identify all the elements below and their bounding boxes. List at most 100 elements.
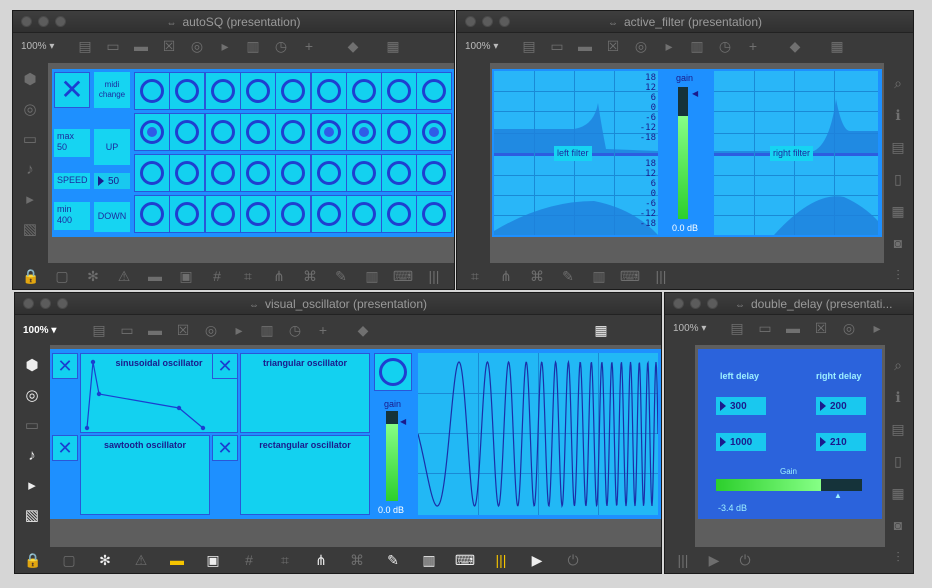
zoom-select[interactable]: 100% ▾ bbox=[21, 41, 65, 52]
rect-osc-panel[interactable]: rectangular oscillator bbox=[240, 435, 370, 515]
code-icon[interactable]: ▯ bbox=[890, 453, 906, 469]
dial-icon[interactable]: ◷ bbox=[717, 38, 733, 54]
saw-osc-toggle[interactable]: ✕ bbox=[52, 435, 78, 461]
step-cell[interactable] bbox=[275, 195, 312, 233]
step-cell[interactable] bbox=[345, 195, 382, 233]
play-list-icon[interactable]: ▸ bbox=[24, 477, 40, 494]
windows-icon[interactable]: ▣ bbox=[178, 268, 194, 284]
number-icon[interactable]: ▸ bbox=[869, 320, 885, 336]
warning-icon[interactable]: ⚠ bbox=[116, 268, 132, 284]
freeze-icon[interactable]: ✻ bbox=[97, 552, 113, 568]
up-button[interactable]: UP bbox=[94, 129, 130, 165]
zoom-window-button[interactable] bbox=[57, 298, 68, 309]
step-cell[interactable] bbox=[204, 113, 241, 151]
zoom-window-button[interactable] bbox=[499, 16, 510, 27]
play-circle-icon[interactable]: ▶ bbox=[529, 552, 545, 568]
step-cell[interactable] bbox=[381, 195, 418, 233]
debug-icon[interactable]: ⌘ bbox=[529, 268, 545, 284]
step-cell[interactable] bbox=[381, 154, 418, 192]
step-cell[interactable] bbox=[134, 195, 170, 233]
zoom-select[interactable]: 100% ▾ bbox=[673, 323, 717, 334]
list-view-icon[interactable]: ▤ bbox=[890, 421, 906, 437]
add-icon[interactable]: + bbox=[745, 38, 761, 54]
double-delay-titlebar[interactable]: ⇔ double_delay (presentati... bbox=[665, 293, 913, 315]
right-filter-graph[interactable]: right filter bbox=[714, 71, 878, 235]
speed-number[interactable]: 50 bbox=[94, 173, 130, 189]
music-note-icon[interactable]: ♪ bbox=[24, 447, 40, 464]
hierarchy-icon[interactable]: ⋔ bbox=[313, 552, 329, 568]
hierarchy-icon[interactable]: ⋔ bbox=[498, 268, 514, 284]
target-icon[interactable]: ◎ bbox=[22, 101, 38, 118]
step-cell[interactable] bbox=[134, 72, 170, 110]
hash-icon[interactable]: # bbox=[209, 268, 225, 284]
step-cell[interactable] bbox=[416, 113, 453, 151]
step-cell[interactable] bbox=[239, 154, 276, 192]
step-cell[interactable] bbox=[345, 72, 382, 110]
step-cell[interactable] bbox=[381, 72, 418, 110]
close-window-button[interactable] bbox=[21, 16, 32, 27]
max-field[interactable]: max 50 bbox=[54, 129, 90, 157]
hierarchy-icon[interactable]: ⋔ bbox=[271, 268, 287, 284]
device-icon[interactable]: ▭ bbox=[24, 417, 40, 434]
info-icon[interactable]: ℹ bbox=[890, 107, 906, 123]
code-icon[interactable]: ▯ bbox=[890, 171, 906, 187]
lock-icon[interactable]: 🔒 bbox=[24, 552, 41, 568]
step-cell[interactable] bbox=[310, 154, 347, 192]
step-cell[interactable] bbox=[310, 72, 347, 110]
piano-icon[interactable]: ▥ bbox=[421, 552, 437, 568]
warning-icon[interactable]: ⚠ bbox=[133, 552, 149, 568]
left-delay-2[interactable]: 1000 bbox=[716, 433, 766, 451]
autosq-titlebar[interactable]: ⇔ autoSQ (presentation) bbox=[13, 11, 454, 33]
step-cell[interactable] bbox=[381, 113, 418, 151]
wrench-icon[interactable]: ✎ bbox=[333, 268, 349, 284]
zoom-select[interactable]: 100% ▾ bbox=[465, 41, 509, 52]
bars-icon[interactable]: ||| bbox=[493, 552, 509, 568]
paint-bucket-icon[interactable]: ◆ bbox=[345, 38, 361, 54]
lock-icon[interactable]: 🔒 bbox=[22, 268, 39, 284]
bars-icon[interactable]: ||| bbox=[426, 268, 442, 284]
new-object-icon[interactable]: ▤ bbox=[77, 38, 93, 54]
midi-change-label[interactable]: midi change bbox=[94, 72, 130, 108]
paint-bucket-icon[interactable]: ◆ bbox=[787, 38, 803, 54]
hash-icon[interactable]: # bbox=[241, 552, 257, 568]
comment-icon[interactable]: ▬ bbox=[147, 322, 163, 338]
keyboard-icon[interactable]: ⌨ bbox=[620, 268, 640, 284]
step-cell[interactable] bbox=[345, 113, 382, 151]
button-icon[interactable]: ☒ bbox=[161, 38, 177, 54]
keyboard-icon[interactable]: ⌨ bbox=[455, 552, 475, 568]
step-cell[interactable] bbox=[239, 72, 276, 110]
calendar-icon[interactable]: ▦ bbox=[890, 203, 906, 219]
presentation-mode-icon[interactable]: ▬ bbox=[169, 552, 185, 568]
add-icon[interactable]: + bbox=[301, 38, 317, 54]
grid-snap-icon[interactable]: ⌗ bbox=[467, 268, 483, 284]
saw-osc-panel[interactable]: sawtooth oscillator bbox=[80, 435, 210, 515]
active-filter-titlebar[interactable]: ⇔ active_filter (presentation) bbox=[457, 11, 913, 33]
camera-icon[interactable]: ◙ bbox=[890, 517, 906, 533]
new-object-icon[interactable]: ▤ bbox=[729, 320, 745, 336]
minimize-window-button[interactable] bbox=[690, 298, 701, 309]
toggle-icon[interactable]: ◎ bbox=[633, 38, 649, 54]
number-icon[interactable]: ▸ bbox=[231, 322, 247, 338]
device-icon[interactable]: ▭ bbox=[22, 131, 38, 148]
osc-gain-meter[interactable] bbox=[386, 411, 398, 501]
list-icon[interactable]: ▥ bbox=[259, 322, 275, 338]
step-cell[interactable] bbox=[169, 72, 206, 110]
grid-snap-icon[interactable]: ⌗ bbox=[240, 268, 256, 284]
piano-icon[interactable]: ▥ bbox=[591, 268, 607, 284]
step-cell[interactable] bbox=[416, 195, 453, 233]
wrench-icon[interactable]: ✎ bbox=[385, 552, 401, 568]
bars-icon[interactable]: ||| bbox=[675, 552, 691, 568]
visual-oscillator-titlebar[interactable]: ⇔ visual_oscillator (presentation) bbox=[15, 293, 661, 315]
step-cell[interactable] bbox=[239, 195, 276, 233]
comment-icon[interactable]: ▬ bbox=[785, 320, 801, 336]
new-object-icon[interactable]: ▤ bbox=[521, 38, 537, 54]
cube-icon[interactable]: ⬢ bbox=[22, 71, 38, 88]
add-icon[interactable]: + bbox=[315, 322, 331, 338]
comment-icon[interactable]: ▬ bbox=[577, 38, 593, 54]
sin-osc-toggle[interactable]: ✕ bbox=[52, 353, 78, 379]
step-cell[interactable] bbox=[275, 113, 312, 151]
list-view-icon[interactable]: ▤ bbox=[890, 139, 906, 155]
step-cell[interactable] bbox=[416, 154, 453, 192]
dial-icon[interactable]: ◷ bbox=[287, 322, 303, 338]
left-filter-graph[interactable]: left filter 18 12 6 0 -6 -12 -18 18 12 6 0 -6 -12 -18 bbox=[494, 71, 658, 235]
